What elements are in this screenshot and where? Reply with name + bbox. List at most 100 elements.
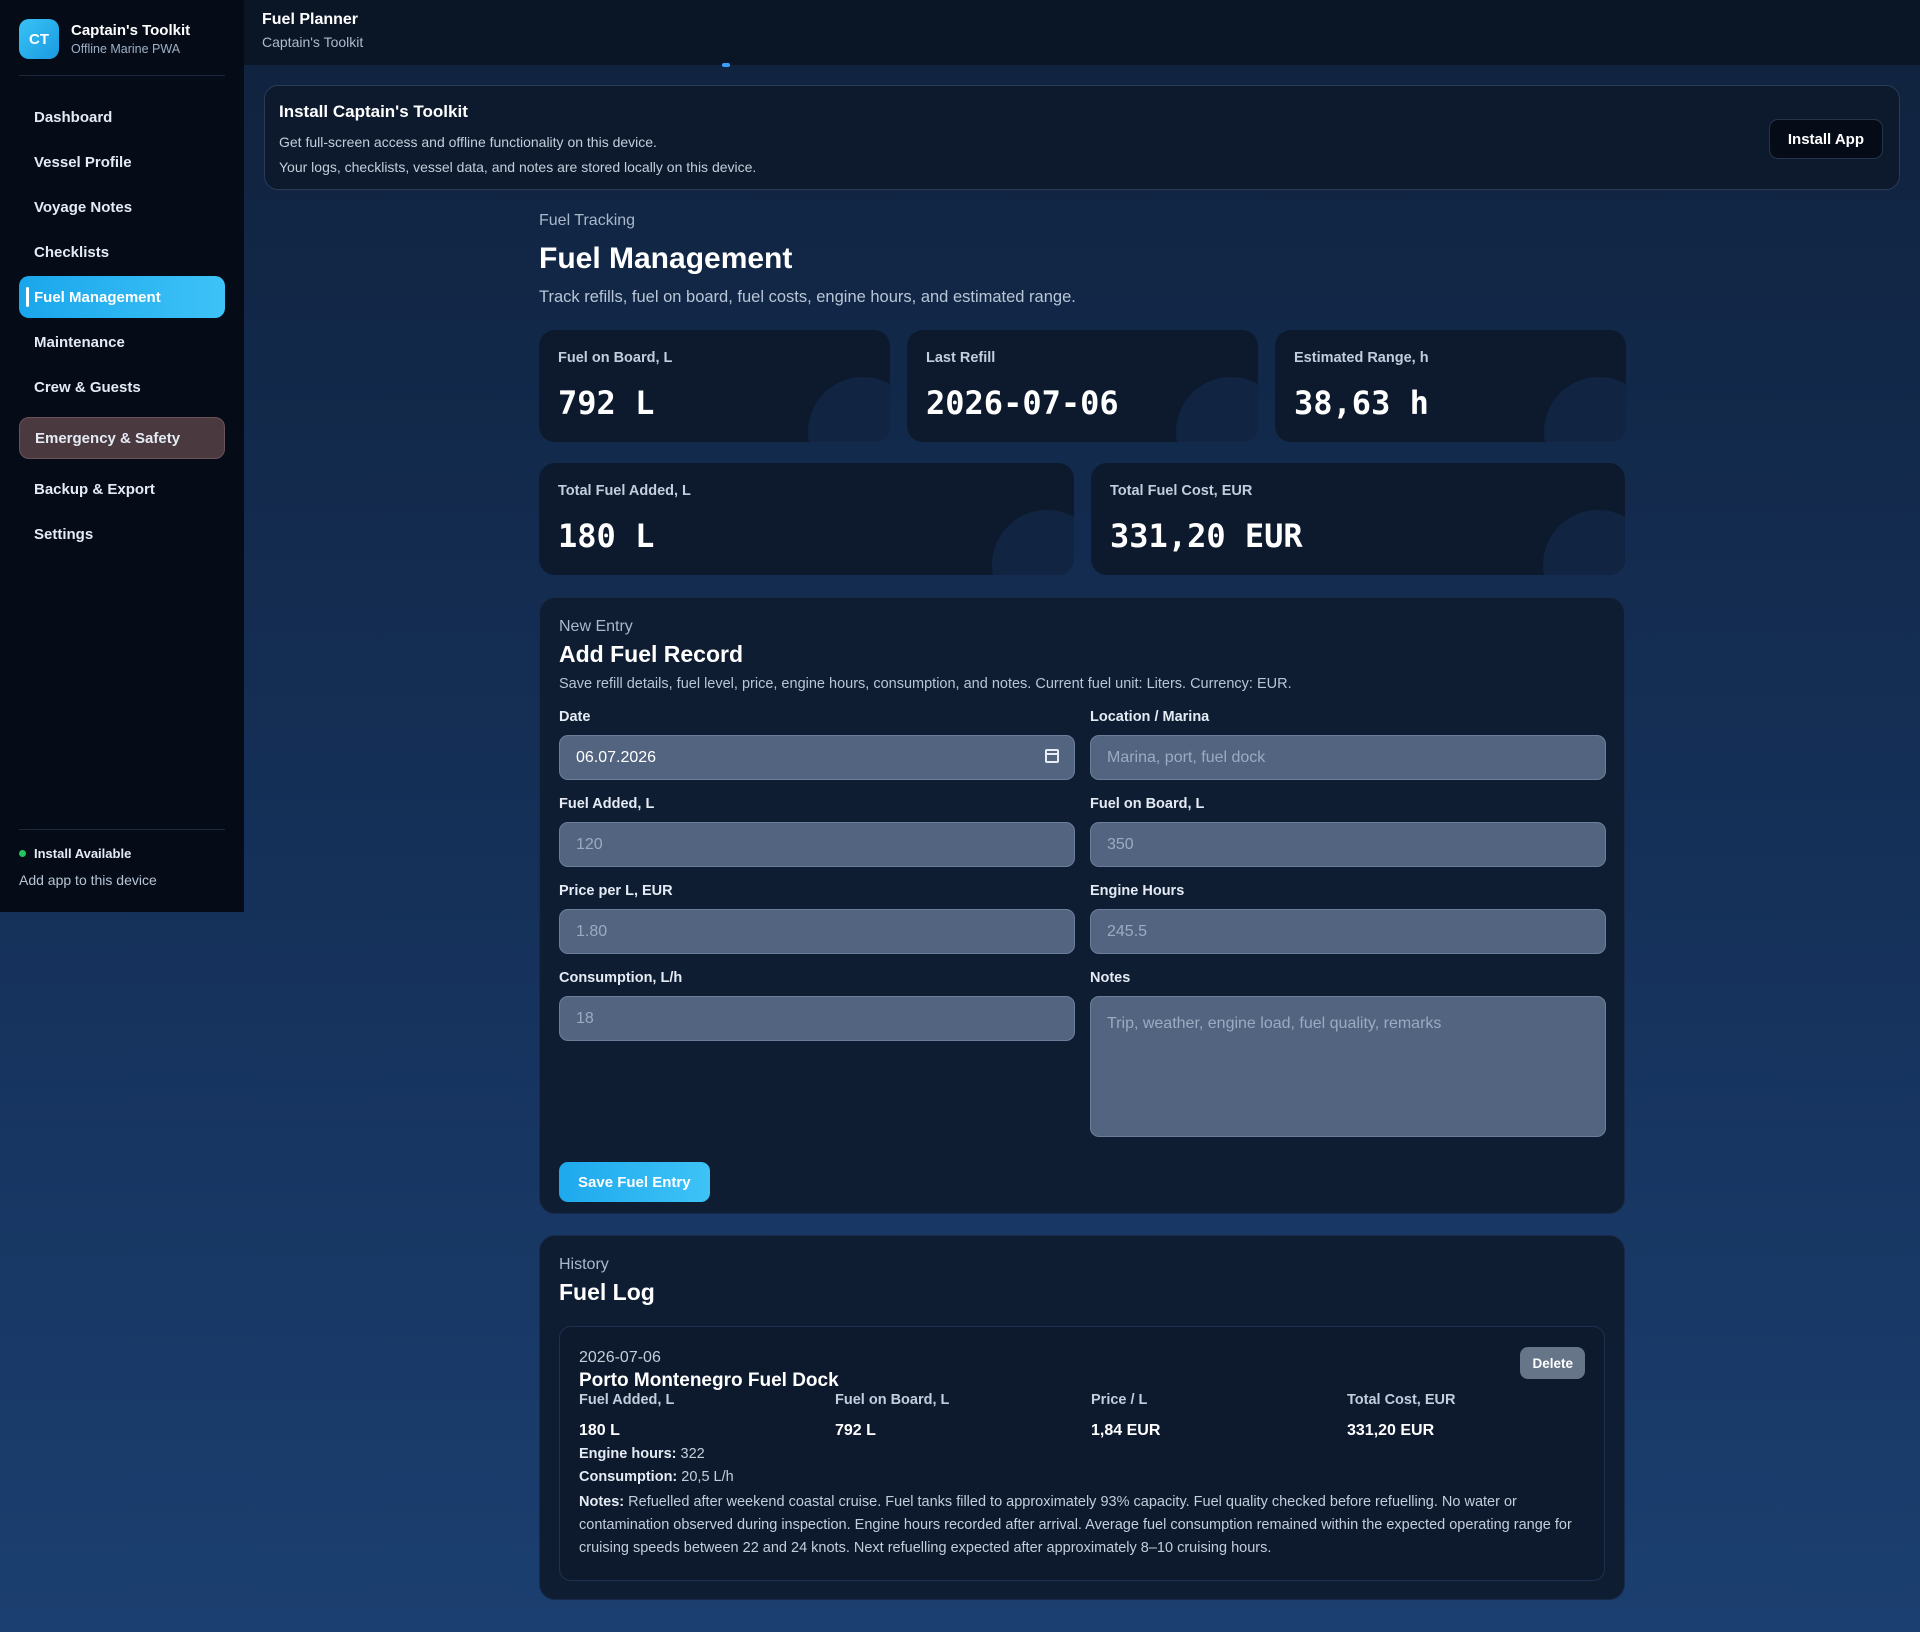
stat-card-last-refill: Last Refill 2026-07-06 — [907, 330, 1258, 442]
banner-title: Install Captain's Toolkit — [279, 102, 468, 121]
date-input[interactable] — [559, 735, 1075, 780]
stat-card-estimated-range: Estimated Range, h 38,63 h — [1275, 330, 1626, 442]
save-fuel-entry-button[interactable]: Save Fuel Entry — [559, 1162, 710, 1202]
topbar-subtitle: Captain's Toolkit — [262, 34, 364, 50]
fuel-log-entry: 2026-07-06 Porto Montenegro Fuel Dock De… — [559, 1326, 1605, 1581]
sidebar-nav: Dashboard Vessel Profile Voyage Notes Ch… — [19, 96, 225, 555]
brand-text: Captain's Toolkit Offline Marine PWA — [71, 22, 190, 56]
notes-textarea[interactable] — [1090, 996, 1606, 1137]
entry-total-cost-value: 331,20 EUR — [1347, 1422, 1435, 1439]
field-engine-hours: Engine Hours — [1090, 883, 1606, 954]
add-fuel-record-card: New Entry Add Fuel Record Save refill de… — [539, 597, 1625, 1214]
stat-card-total-fuel-added: Total Fuel Added, L 180 L — [539, 463, 1074, 575]
fuel-form: Date Location / Marina Fuel Added, L Fue… — [559, 709, 1606, 1158]
entry-total-cost-label: Total Cost, EUR — [1347, 1392, 1456, 1408]
fuel-added-input[interactable] — [559, 822, 1075, 867]
entry-notes-text: Refuelled after weekend coastal cruise. … — [579, 1494, 1572, 1556]
consumption-label: Consumption, L/h — [559, 970, 683, 986]
entry-fuel-on-board-value: 792 L — [835, 1422, 876, 1439]
entry-price-label: Price / L — [1091, 1392, 1148, 1408]
form-description: Save refill details, fuel level, price, … — [559, 676, 1292, 692]
price-input[interactable] — [559, 909, 1075, 954]
stat-label: Last Refill — [926, 350, 996, 366]
sidebar-item-fuel-management[interactable]: Fuel Management — [19, 276, 225, 318]
stat-label: Total Fuel Added, L — [558, 483, 691, 499]
form-title: Add Fuel Record — [559, 641, 744, 667]
date-wrapper — [559, 735, 1075, 780]
sidebar-item-settings[interactable]: Settings — [19, 513, 225, 555]
engine-hours-input[interactable] — [1090, 909, 1606, 954]
field-price: Price per L, EUR — [559, 883, 1075, 954]
calendar-icon[interactable] — [1045, 749, 1059, 763]
stat-value: 792 L — [558, 384, 655, 422]
consumption-input[interactable] — [559, 996, 1075, 1041]
stat-label: Estimated Range, h — [1294, 350, 1429, 366]
engine-hours-label: Engine Hours — [1090, 883, 1185, 899]
banner-line-2: Your logs, checklists, vessel data, and … — [279, 159, 757, 175]
stat-value: 180 L — [558, 517, 655, 555]
entry-engine-hours-label: Engine hours: — [579, 1446, 677, 1462]
entry-total-cost: Total Cost, EUR 331,20 EUR — [1347, 1392, 1603, 1440]
page-description: Track refills, fuel on board, fuel costs… — [539, 288, 1076, 306]
entry-consumption-value: 20,5 L/h — [681, 1469, 734, 1485]
entry-fuel-on-board: Fuel on Board, L 792 L — [835, 1392, 1091, 1440]
sidebar-item-crew-guests[interactable]: Crew & Guests — [19, 366, 225, 408]
field-location: Location / Marina — [1090, 709, 1606, 780]
entry-date: 2026-07-06 — [579, 1349, 661, 1366]
page-eyebrow: Fuel Tracking — [539, 212, 636, 229]
entry-stats: Fuel Added, L 180 L Fuel on Board, L 792… — [579, 1392, 1585, 1440]
fuel-on-board-input[interactable] — [1090, 822, 1606, 867]
fuel-added-label: Fuel Added, L — [559, 796, 655, 812]
banner-line-1: Get full-screen access and offline funct… — [279, 134, 657, 150]
entry-notes-label: Notes: — [579, 1494, 625, 1510]
entry-location: Porto Montenegro Fuel Dock — [579, 1370, 839, 1391]
sidebar-item-emergency-safety[interactable]: Emergency & Safety — [19, 417, 225, 459]
stat-value: 38,63 h — [1294, 384, 1429, 422]
entry-fuel-added-label: Fuel Added, L — [579, 1392, 675, 1408]
field-consumption: Consumption, L/h — [559, 970, 1075, 1142]
price-label: Price per L, EUR — [559, 883, 673, 899]
main-content: Fuel Tracking Fuel Management Track refi… — [539, 212, 1626, 1600]
brand-title: Captain's Toolkit — [71, 22, 191, 39]
page-title: Fuel Management — [539, 242, 793, 275]
entry-fuel-added-value: 180 L — [579, 1422, 620, 1439]
date-label: Date — [559, 709, 591, 725]
stats-row-top: Fuel on Board, L 792 L Last Refill 2026-… — [539, 330, 1626, 442]
install-status-panel[interactable]: Install Available Add app to this device — [19, 829, 225, 888]
sidebar-item-dashboard[interactable]: Dashboard — [19, 96, 225, 138]
loading-indicator — [722, 63, 730, 67]
stat-label: Fuel on Board, L — [558, 350, 673, 366]
fuel-on-board-label: Fuel on Board, L — [1090, 796, 1205, 812]
entry-price: Price / L 1,84 EUR — [1091, 1392, 1347, 1440]
entry-consumption: Consumption: 20,5 L/h — [579, 1468, 1585, 1486]
sidebar-item-backup-export[interactable]: Backup & Export — [19, 468, 225, 510]
sidebar-item-maintenance[interactable]: Maintenance — [19, 321, 225, 363]
stat-label: Total Fuel Cost, EUR — [1110, 483, 1253, 499]
sidebar-divider — [19, 75, 225, 76]
brand: CT Captain's Toolkit Offline Marine PWA — [19, 18, 225, 60]
fuel-log-card: History Fuel Log 2026-07-06 Porto Monten… — [539, 1235, 1625, 1600]
topbar: Fuel Planner Captain's Toolkit — [244, 0, 1920, 67]
stats-row-bottom: Total Fuel Added, L 180 L Total Fuel Cos… — [539, 463, 1625, 575]
location-input[interactable] — [1090, 735, 1606, 780]
install-banner: Install Captain's Toolkit Get full-scree… — [264, 85, 1900, 190]
entry-price-value: 1,84 EUR — [1091, 1422, 1161, 1439]
delete-entry-button[interactable]: Delete — [1520, 1347, 1585, 1379]
sidebar-item-vessel-profile[interactable]: Vessel Profile — [19, 141, 225, 183]
stat-card-fuel-on-board: Fuel on Board, L 792 L — [539, 330, 890, 442]
notes-label: Notes — [1090, 970, 1131, 986]
entry-consumption-label: Consumption: — [579, 1469, 678, 1485]
entry-notes: Notes: Refuelled after weekend coastal c… — [579, 1491, 1585, 1560]
sidebar-item-voyage-notes[interactable]: Voyage Notes — [19, 186, 225, 228]
install-app-button[interactable]: Install App — [1768, 119, 1883, 159]
app-logo: CT — [19, 19, 59, 59]
form-eyebrow: New Entry — [559, 618, 633, 635]
brand-subtitle: Offline Marine PWA — [71, 42, 181, 56]
field-date: Date — [559, 709, 1075, 780]
sidebar-item-checklists[interactable]: Checklists — [19, 231, 225, 273]
entry-fuel-on-board-label: Fuel on Board, L — [835, 1392, 950, 1408]
location-label: Location / Marina — [1090, 709, 1210, 725]
history-title: Fuel Log — [559, 1279, 655, 1305]
field-fuel-added: Fuel Added, L — [559, 796, 1075, 867]
install-status-label: Install Available — [34, 846, 132, 861]
